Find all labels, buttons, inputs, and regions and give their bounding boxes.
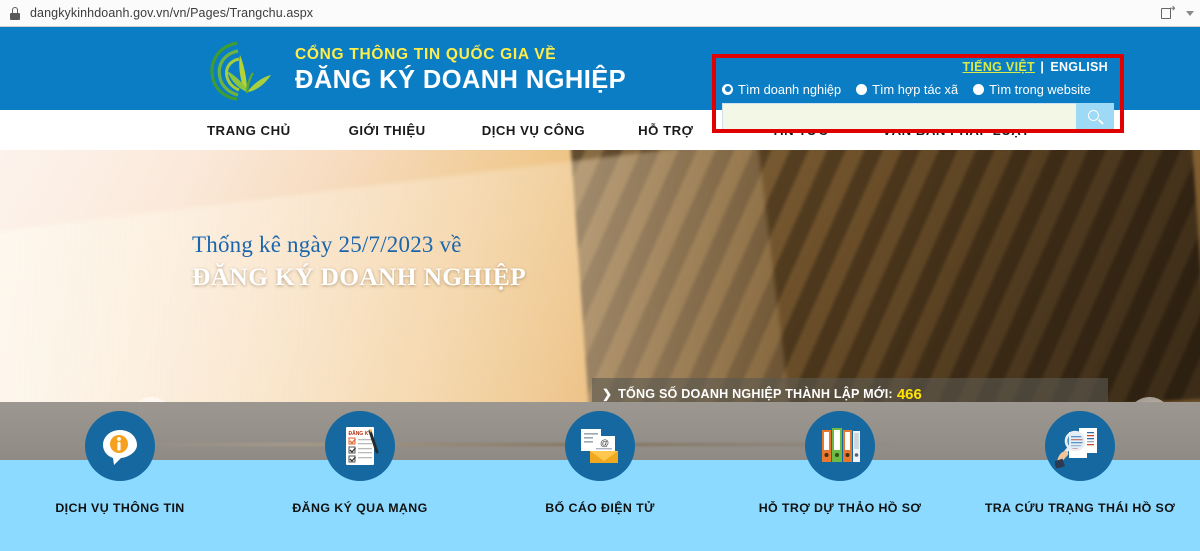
banner-title-line1: Thống kê ngày 25/7/2023 về [192,232,462,257]
language-link-english[interactable]: ENGLISH [1050,60,1108,74]
services-section: DỊCH VỤ THÔNG TIN ĐĂNG KÝ ĐĂNG KÝ QUA MẠ… [0,411,1200,551]
service-label-tra-cuu: TRA CỨU TRẠNG THÁI HỒ SƠ [984,501,1176,515]
stat-row-new-businesses: ❯ TỔNG SỐ DOANH NGHIỆP THÀNH LẬP MỚI: 46… [592,378,1108,402]
service-label-thong-tin: DỊCH VỤ THÔNG TIN [55,501,185,515]
search-scope-radio-group: Tìm doanh nghiệp Tìm hợp tác xã Tìm tron… [722,80,1114,98]
email-document-icon: @ [565,411,635,481]
registration-checklist-icon: ĐĂNG KÝ [325,411,395,481]
service-label-ho-tro: HỖ TRỢ DỰ THẢO HỒ SƠ [758,501,922,515]
radio-label-website: Tìm trong website [989,81,1091,97]
browser-url-bar: dangkykinhdoanh.gov.vn/vn/Pages/Trangchu… [0,0,1200,27]
brand[interactable]: CỔNG THÔNG TIN QUỐC GIA VỀ ĐĂNG KÝ DOANH… [207,39,626,101]
site-title: ĐĂNG KÝ DOANH NGHIỆP [295,65,627,94]
service-item-dang-ky[interactable]: ĐĂNG KÝ ĐĂNG KÝ QUA MẠNG [285,411,435,515]
service-label-bo-cao: BỐ CÁO ĐIỆN TỬ [545,501,655,515]
site-tagline: CỔNG THÔNG TIN QUỐC GIA VỀ [295,45,557,63]
magnifier-document-icon [1045,411,1115,481]
binders-icon [805,411,875,481]
radio-option-business[interactable]: Tìm doanh nghiệp [722,82,841,97]
banner-carousel: Thống kê ngày 25/7/2023 về ĐĂNG KÝ DOANH… [0,150,1200,402]
lock-icon [9,6,21,20]
site-header: CỔNG THÔNG TIN QUỐC GIA VỀ ĐĂNG KÝ DOANH… [0,27,1200,133]
radio-option-cooperative[interactable]: Tìm hợp tác xã [856,82,958,97]
browser-toolbar-right: ↱ [1161,0,1194,27]
radio-label-cooperative: Tìm hợp tác xã [872,81,959,97]
banner-title: Thống kê ngày 25/7/2023 về ĐĂNG KÝ DOANH… [192,230,526,294]
language-separator: | [1040,60,1044,74]
banner-title-line2: ĐĂNG KÝ DOANH NGHIỆP [192,262,526,291]
service-item-tra-cuu[interactable]: TRA CỨU TRẠNG THÁI HỒ SƠ [985,411,1175,515]
nav-item-trang-chu[interactable]: TRANG CHỦ [207,123,291,138]
search-icon [1087,110,1104,125]
service-item-bo-cao[interactable]: @ BỐ CÁO ĐIỆN TỬ [525,411,675,515]
nav-item-dich-vu-cong[interactable]: DỊCH VỤ CÔNG [482,123,585,138]
service-item-ho-tro[interactable]: HỖ TRỢ DỰ THẢO HỒ SƠ [759,411,921,515]
stat-value-new-businesses: 466 [896,385,922,403]
language-switcher: TIẾNG VIỆT | ENGLISH [722,58,1114,76]
search-input[interactable] [722,103,1076,132]
share-icon[interactable]: ↱ [1161,6,1177,21]
service-label-dang-ky: ĐĂNG KÝ QUA MẠNG [292,501,428,515]
nav-item-ho-tro[interactable]: HỖ TRỢ [638,123,693,138]
search-button[interactable] [1076,103,1114,132]
caret-icon: ❯ [602,387,613,401]
service-item-thong-tin[interactable]: DỊCH VỤ THÔNG TIN [45,411,195,515]
radio-website-icon[interactable] [973,83,985,95]
radio-business-icon[interactable] [722,83,733,95]
brand-text: CỔNG THÔNG TIN QUỐC GIA VỀ ĐĂNG KÝ DOANH… [295,45,626,96]
services-row: DỊCH VỤ THÔNG TIN ĐĂNG KÝ ĐĂNG KÝ QUA MẠ… [0,411,1200,515]
language-link-vietnamese[interactable]: TIẾNG VIỆT [962,60,1034,74]
stat-label-new-businesses: TỔNG SỐ DOANH NGHIỆP THÀNH LẬP MỚI: [618,387,893,401]
statistics-box: ❯ TỔNG SỐ DOANH NGHIỆP THÀNH LẬP MỚI: 46… [592,378,1108,402]
radio-label-business: Tìm doanh nghiệp [738,81,842,97]
chevron-down-icon[interactable] [1186,11,1194,16]
info-speech-bubble-icon [85,411,155,481]
url-text[interactable]: dangkykinhdoanh.gov.vn/vn/Pages/Trangchu… [30,6,313,20]
svg-text:@: @ [600,438,609,448]
radio-option-website[interactable]: Tìm trong website [973,82,1091,97]
search-zone: TIẾNG VIỆT | ENGLISH Tìm doanh nghiệp Tì… [722,58,1114,132]
search-row [722,103,1114,132]
radio-cooperative-icon[interactable] [856,83,868,95]
leaf-sprout-logo-icon [207,39,281,101]
nav-item-gioi-thieu[interactable]: GIỚI THIỆU [349,123,426,138]
